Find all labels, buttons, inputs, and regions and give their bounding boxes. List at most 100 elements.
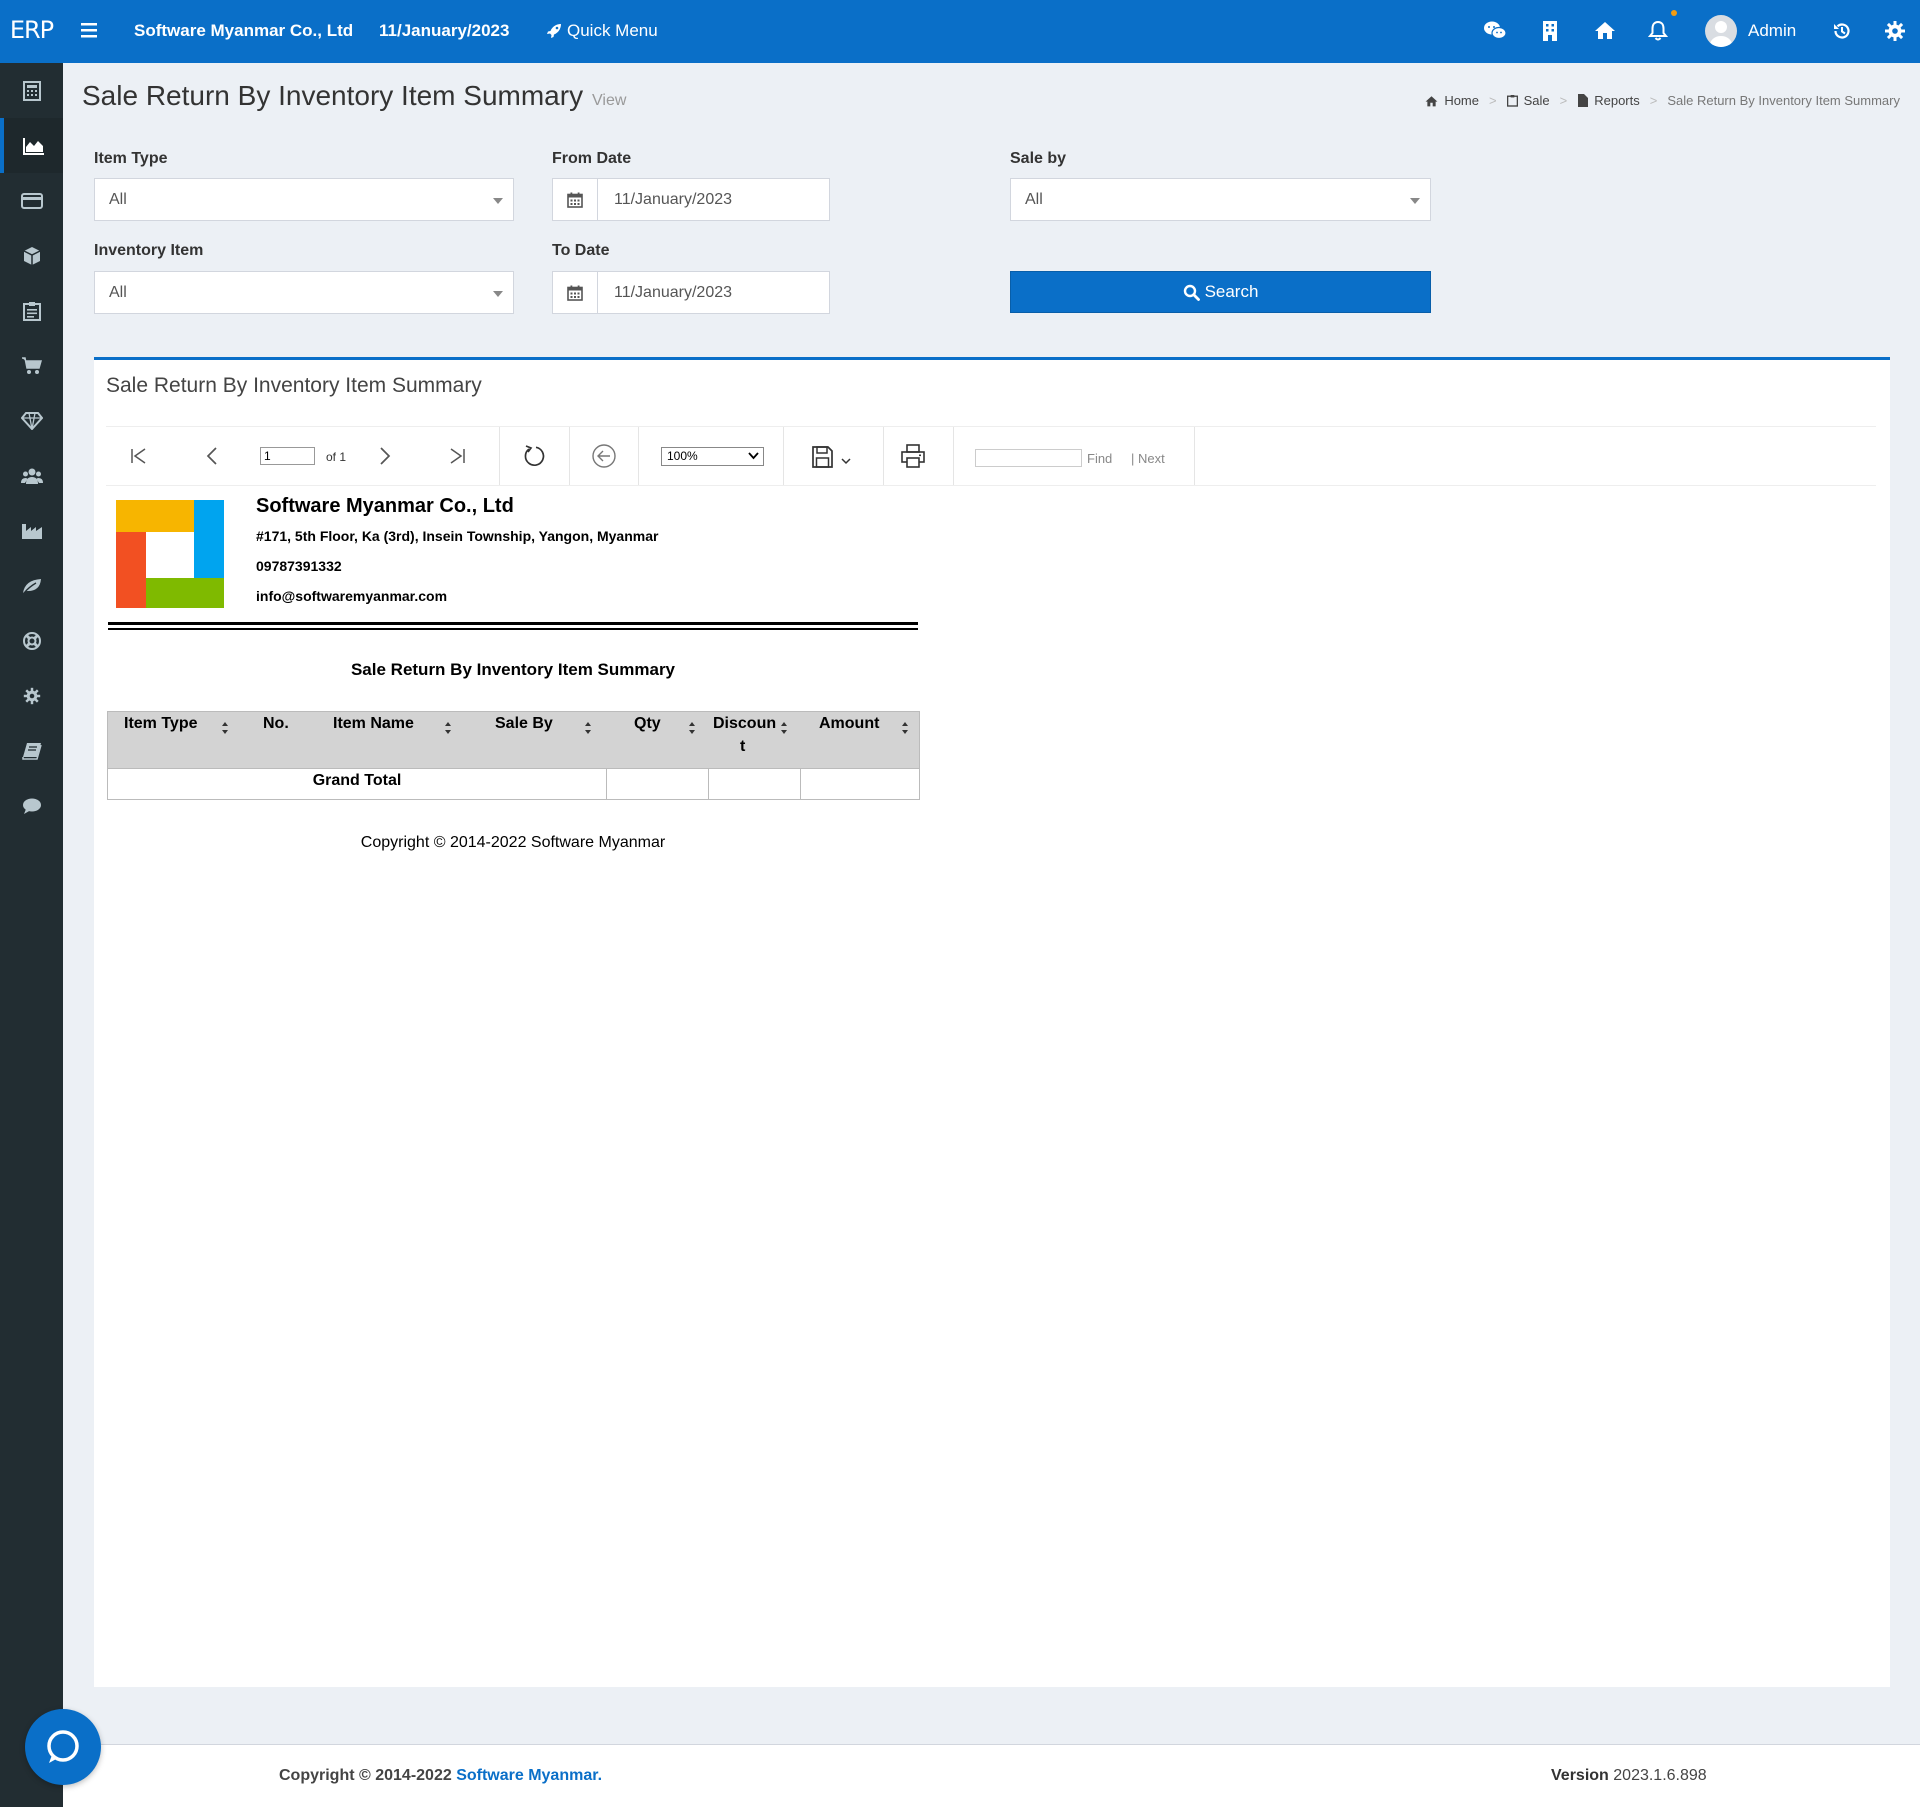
toolbar-divider	[783, 427, 784, 485]
user-name[interactable]: Admin	[1748, 21, 1796, 41]
column-header-sale-by[interactable]: Sale By	[495, 715, 553, 733]
breadcrumb-current: Sale Return By Inventory Item Summary	[1667, 93, 1900, 108]
item-type-select[interactable]: All	[94, 178, 514, 221]
chevron-down-icon	[748, 452, 759, 460]
sidebar-item-leaf[interactable]	[0, 558, 63, 613]
report-viewer-toolbar: 1 of 1 100% Find | Next	[106, 426, 1876, 486]
diamond-icon	[20, 411, 43, 430]
history-icon[interactable]	[1831, 20, 1853, 42]
next-page-icon[interactable]	[374, 445, 396, 467]
sidebar-item-inventory[interactable]	[0, 228, 63, 283]
sidebar-item-manufacturing[interactable]	[0, 503, 63, 558]
inventory-item-select[interactable]: All	[94, 271, 514, 314]
print-icon[interactable]	[900, 443, 926, 469]
refresh-icon[interactable]	[521, 443, 547, 469]
sidebar-item-chat[interactable]	[0, 778, 63, 833]
last-page-icon[interactable]	[446, 445, 468, 467]
sale-by-value: All	[1025, 191, 1043, 208]
page-number-input[interactable]: 1	[260, 447, 315, 465]
sort-icon[interactable]	[780, 721, 788, 735]
back-arrow-icon[interactable]	[591, 443, 617, 469]
breadcrumb-separator: >	[1489, 93, 1497, 108]
sidebar-item-payment[interactable]	[0, 173, 63, 228]
footer-copyright-text: Copyright © 2014-2022	[279, 1767, 457, 1784]
home-icon[interactable]	[1594, 20, 1616, 40]
sidebar-item-diamond[interactable]	[0, 393, 63, 448]
calendar-icon[interactable]	[552, 178, 598, 221]
breadcrumb-reports[interactable]: Reports	[1594, 93, 1640, 108]
bell-icon[interactable]	[1648, 20, 1668, 42]
report-title: Sale Return By Inventory Item Summary	[350, 660, 676, 679]
find-input[interactable]	[975, 449, 1082, 467]
report-divider	[108, 622, 918, 625]
sidebar	[0, 63, 63, 1807]
box-title: Sale Return By Inventory Item Summary	[106, 374, 482, 397]
report-table: Item Type No. Item Name Sale By Qty Disc…	[107, 711, 920, 800]
caret-down-icon	[1410, 198, 1420, 204]
gear-icon[interactable]	[1884, 20, 1906, 42]
grand-total-qty	[607, 769, 709, 799]
clipboard-icon	[1506, 95, 1518, 107]
breadcrumb-sale[interactable]: Sale	[1524, 93, 1550, 108]
hamburger-menu-icon[interactable]	[78, 19, 100, 41]
sort-icon[interactable]	[584, 721, 592, 735]
wechat-icon[interactable]	[1483, 20, 1507, 42]
column-header-no[interactable]: No.	[263, 715, 289, 733]
grand-total-amount	[801, 769, 919, 799]
top-navbar: ERP Software Myanmar Co., Ltd 11/January…	[0, 0, 1920, 63]
column-header-amount[interactable]: Amount	[819, 715, 879, 733]
footer-company-link[interactable]: Software Myanmar.	[456, 1767, 602, 1784]
inventory-item-value: All	[109, 284, 127, 301]
sort-icon[interactable]	[901, 721, 909, 735]
column-header-item-type[interactable]: Item Type	[124, 715, 198, 733]
search-button[interactable]: Search	[1010, 271, 1431, 313]
building-icon[interactable]	[1542, 20, 1558, 42]
sort-icon[interactable]	[444, 721, 452, 735]
previous-page-icon[interactable]	[201, 445, 223, 467]
area-chart-icon	[22, 137, 44, 155]
column-header-item-name[interactable]: Item Name	[333, 715, 414, 733]
next-link-label: Next	[1138, 451, 1165, 466]
find-link[interactable]: Find	[1087, 451, 1112, 466]
footer-version-number: 2023.1.6.898	[1613, 1767, 1707, 1784]
chat-bubble-icon	[47, 1730, 79, 1763]
next-link[interactable]: | Next	[1131, 451, 1165, 466]
sidebar-item-sale[interactable]	[0, 118, 63, 173]
to-date-group: 11/January/2023	[552, 271, 830, 314]
sidebar-item-calculator[interactable]	[0, 63, 63, 118]
sidebar-item-users[interactable]	[0, 448, 63, 503]
from-date-label: From Date	[552, 150, 632, 167]
report-phone: 09787391332	[256, 558, 342, 574]
column-header-qty[interactable]: Qty	[634, 715, 661, 733]
sidebar-item-book[interactable]	[0, 723, 63, 778]
breadcrumb-home[interactable]: Home	[1444, 93, 1479, 108]
avatar[interactable]	[1705, 15, 1737, 47]
sort-icon[interactable]	[688, 721, 696, 735]
save-export-icon[interactable]	[811, 444, 857, 470]
sidebar-item-settings[interactable]	[0, 668, 63, 723]
zoom-select[interactable]: 100%	[661, 447, 764, 466]
sidebar-item-purchase[interactable]	[0, 338, 63, 393]
search-label: Search	[1204, 282, 1259, 301]
calendar-icon[interactable]	[552, 271, 598, 314]
to-date-input[interactable]: 11/January/2023	[598, 271, 830, 314]
sidebar-item-support[interactable]	[0, 613, 63, 668]
leaf-icon	[22, 578, 41, 593]
from-date-input[interactable]: 11/January/2023	[598, 178, 830, 221]
life-ring-icon	[22, 631, 41, 650]
app-logo[interactable]: ERP	[0, 0, 63, 63]
quick-menu-button[interactable]: Quick Menu	[546, 21, 658, 41]
column-header-discount[interactable]: Discoun	[713, 715, 776, 733]
toolbar-divider	[499, 427, 500, 485]
report-email: info@softwaremyanmar.com	[256, 588, 448, 604]
sidebar-item-clipboard[interactable]	[0, 283, 63, 338]
first-page-icon[interactable]	[128, 445, 150, 467]
book-icon	[21, 742, 42, 760]
live-chat-button[interactable]	[25, 1709, 101, 1785]
industry-icon	[21, 523, 42, 539]
report-divider	[108, 628, 918, 630]
footer: Copyright © 2014-2022 Software Myanmar. …	[63, 1744, 1920, 1807]
company-name[interactable]: Software Myanmar Co., Ltd	[134, 21, 353, 41]
sort-icon[interactable]	[221, 721, 229, 735]
sale-by-select[interactable]: All	[1010, 178, 1431, 221]
